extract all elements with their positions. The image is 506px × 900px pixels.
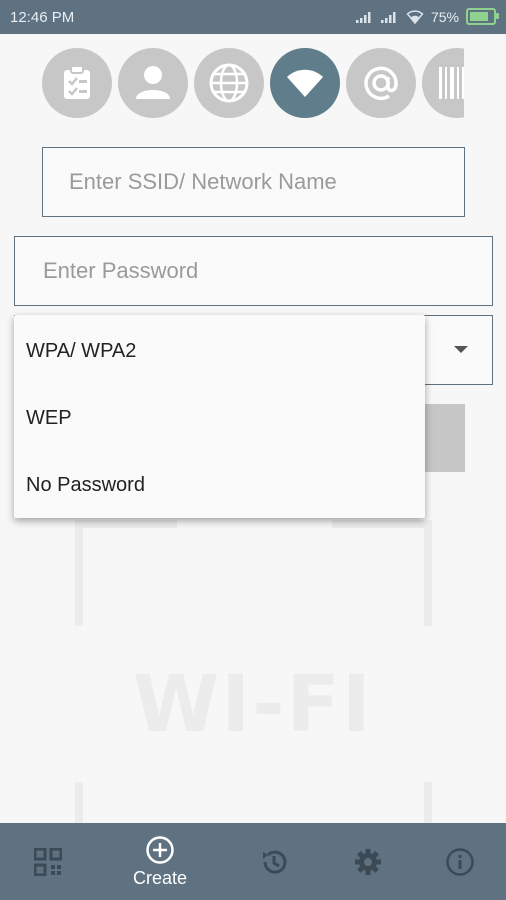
password-field[interactable] (14, 236, 493, 306)
signal-icon-2 (380, 11, 396, 23)
nav-create[interactable]: Create (120, 823, 200, 900)
nav-history[interactable] (246, 823, 302, 900)
contact-icon (136, 66, 170, 99)
status-bar: 12:46 PM 75% (0, 0, 506, 34)
wifi-status-icon (406, 9, 424, 24)
dropdown-option-wpa[interactable]: WPA/ WPA2 (26, 340, 136, 363)
type-barcode-button[interactable] (422, 48, 464, 118)
password-input[interactable] (15, 237, 492, 305)
chevron-down-icon (454, 346, 468, 353)
frame-corner (75, 520, 83, 626)
bottom-navigation: Create (0, 823, 506, 900)
add-circle-icon (146, 835, 174, 864)
ssid-input[interactable] (43, 148, 464, 216)
ssid-field[interactable] (42, 147, 465, 217)
qr-code-icon (34, 847, 62, 876)
nav-scan[interactable] (20, 823, 76, 900)
gear-icon (355, 848, 381, 875)
nav-create-label: Create (132, 867, 188, 888)
frame-corner (75, 520, 177, 528)
battery-icon (466, 8, 499, 25)
info-icon (446, 847, 474, 876)
clipboard-icon (64, 65, 90, 99)
type-contact-button[interactable] (118, 48, 188, 118)
generate-button[interactable] (425, 404, 465, 472)
signal-icon (355, 11, 371, 23)
nav-settings[interactable] (340, 823, 396, 900)
dropdown-option-wep[interactable]: WEP (26, 407, 72, 430)
security-dropdown-menu: WPA/ WPA2 WEP No Password (14, 315, 425, 518)
type-text-button[interactable] (42, 48, 112, 118)
globe-icon (209, 63, 249, 103)
frame-corner (332, 520, 432, 528)
frame-corner (424, 520, 432, 626)
frame-corner (75, 782, 83, 823)
type-wifi-button[interactable] (270, 48, 340, 118)
nav-info[interactable] (432, 823, 488, 900)
frame-corner (424, 782, 432, 823)
status-time: 12:46 PM (10, 9, 75, 26)
qr-type-selector (42, 48, 464, 118)
history-icon (263, 850, 287, 874)
type-email-button[interactable] (346, 48, 416, 118)
barcode-icon (439, 67, 464, 99)
battery-percent: 75% (430, 8, 459, 25)
type-url-button[interactable] (194, 48, 264, 118)
dropdown-option-no-password[interactable]: No Password (26, 474, 145, 497)
at-sign-icon (364, 66, 398, 101)
wifi-icon (287, 69, 323, 97)
wifi-watermark: WI-FI (133, 660, 373, 750)
